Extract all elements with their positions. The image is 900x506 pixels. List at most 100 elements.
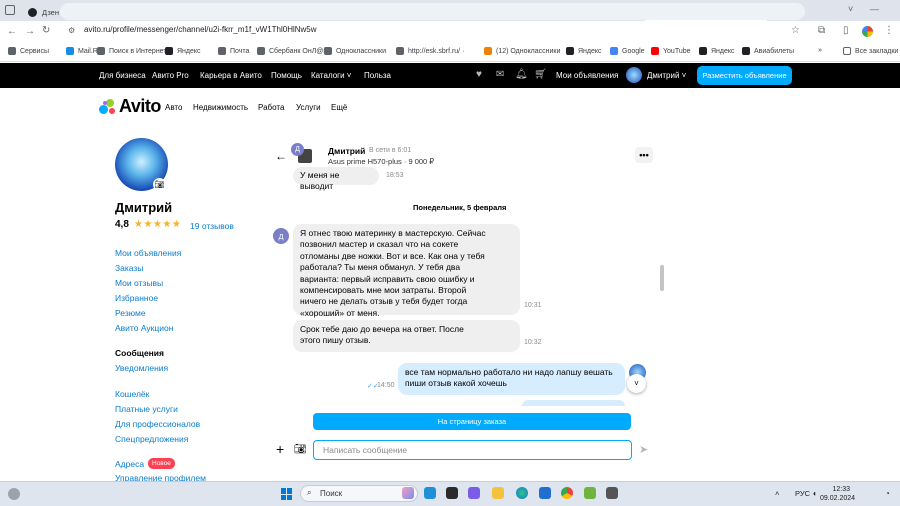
store-icon[interactable]: [539, 487, 551, 499]
menu-special-offers[interactable]: Спецпредложения: [115, 434, 188, 444]
bookmark-item[interactable]: Яндекс: [699, 47, 735, 55]
tab-search-icon[interactable]: ˅: [848, 4, 853, 14]
chat-avatar[interactable]: Д: [291, 143, 304, 156]
camera-attach-icon[interactable]: 📷︎: [294, 444, 307, 455]
weather-icon[interactable]: [8, 488, 20, 500]
app-icon[interactable]: [446, 487, 458, 499]
system-clock[interactable]: 12:33 09.02.2024: [820, 485, 855, 503]
window-menu-icon[interactable]: [5, 5, 15, 15]
chat-contact-name[interactable]: Дмитрий: [328, 146, 365, 156]
notifications-bell-icon[interactable]: 🔔︎: [515, 69, 528, 80]
task-view-icon[interactable]: [424, 487, 436, 499]
avito-logo[interactable]: Avito: [99, 96, 161, 117]
category-jobs[interactable]: Работа: [258, 103, 284, 112]
reviews-link[interactable]: 19 отзывов: [190, 221, 234, 231]
taskbar-search[interactable]: ⌕ Поиск: [300, 485, 418, 502]
scroll-down-button[interactable]: ˅: [627, 374, 646, 393]
more-options-button[interactable]: •••: [635, 147, 653, 163]
tray-expand-icon[interactable]: ˄: [775, 489, 779, 498]
bookmark-item[interactable]: YouTube: [651, 47, 691, 55]
bookmark-star-icon[interactable]: ☆: [791, 25, 800, 36]
menu-auction[interactable]: Авито Аукцион: [115, 323, 173, 333]
menu-messages[interactable]: Сообщения: [115, 348, 164, 358]
bookmark-item[interactable]: http://esk.sbrf.ru/ ·: [396, 47, 464, 55]
bookmark-item[interactable]: Сервисы: [8, 47, 49, 55]
forward-icon[interactable]: →: [25, 26, 35, 37]
bookmark-item[interactable]: Поиск в Интернете: [97, 47, 170, 55]
menu-paid-services[interactable]: Платные услуги: [115, 404, 178, 414]
chat-scrollbar[interactable]: [660, 265, 664, 291]
camera-icon[interactable]: 📷︎: [153, 178, 166, 191]
side-panel-icon[interactable]: ▯: [843, 25, 849, 36]
site-info-icon[interactable]: ⚙: [68, 26, 75, 35]
nav-avito-pro[interactable]: Авито Pro: [152, 71, 189, 80]
edge-icon[interactable]: [516, 487, 528, 499]
language-indicator[interactable]: РУС: [795, 489, 810, 498]
bookmark-item[interactable]: Яндекс: [165, 47, 201, 55]
torrent-icon[interactable]: [584, 487, 596, 499]
chrome-icon[interactable]: [561, 487, 573, 499]
file-explorer-icon[interactable]: [492, 487, 504, 499]
nav-benefit[interactable]: Польза: [364, 71, 391, 80]
bookmark-item[interactable]: Авиабилеты: [742, 47, 794, 55]
nav-business[interactable]: Для бизнеса: [99, 71, 146, 80]
cart-icon[interactable]: 🛒︎: [534, 69, 547, 80]
teams-icon[interactable]: [468, 487, 480, 499]
bookmark-item[interactable]: Одноклассники: [324, 47, 386, 55]
menu-orders[interactable]: Заказы: [115, 263, 143, 273]
app-icon-2[interactable]: [606, 487, 618, 499]
reload-icon[interactable]: ↻: [42, 25, 50, 36]
bookmark-item[interactable]: Яндекс: [566, 47, 602, 55]
extensions-icon[interactable]: ⧉: [818, 25, 825, 36]
message-input[interactable]: [313, 440, 632, 460]
rating-stars-icon: ★★★★★: [134, 219, 182, 230]
order-page-button[interactable]: На страницу заказа: [313, 413, 631, 430]
attach-plus-icon[interactable]: +: [276, 441, 284, 457]
menu-addresses[interactable]: Адреса: [115, 459, 144, 469]
nav-career[interactable]: Карьера в Авито: [200, 71, 262, 80]
user-menu[interactable]: Дмитрий ˅: [647, 71, 686, 80]
back-arrow-icon[interactable]: ←: [275, 149, 287, 163]
my-ads-link[interactable]: Мои объявления: [556, 71, 618, 80]
address-bar[interactable]: [60, 3, 805, 20]
menu-notifications[interactable]: Уведомления: [115, 363, 168, 373]
minimize-icon[interactable]: —: [870, 4, 879, 14]
user-avatar[interactable]: [626, 67, 642, 83]
category-services[interactable]: Услуги: [296, 103, 321, 112]
send-icon[interactable]: ➤: [639, 443, 648, 456]
nav-catalogs[interactable]: Каталоги ˅: [311, 71, 351, 80]
profile-name: Дмитрий: [115, 200, 173, 215]
nav-help[interactable]: Помощь: [271, 71, 302, 80]
category-realty[interactable]: Недвижимость: [193, 103, 248, 112]
category-auto[interactable]: Авто: [165, 103, 182, 112]
back-icon[interactable]: ←: [7, 26, 17, 37]
profile-avatar-icon[interactable]: [862, 26, 873, 37]
category-more[interactable]: Ещё: [331, 103, 347, 112]
sender-avatar: Д: [273, 228, 289, 244]
avito-logo-text: Avito: [119, 96, 161, 116]
menu-icon[interactable]: ⋮: [884, 25, 894, 36]
network-icon[interactable]: ◖: [812, 489, 817, 498]
chat-product[interactable]: Asus prime H570-plus · 9 000 ₽: [328, 157, 434, 166]
menu-favorites[interactable]: Избранное: [115, 293, 158, 303]
menu-for-pros[interactable]: Для профессионалов: [115, 419, 200, 429]
bookmark-item[interactable]: Сбербанк ОнЛ@йн: [257, 47, 331, 55]
avito-logo-dots-icon: [99, 98, 116, 115]
bookmarks-overflow[interactable]: »: [818, 47, 822, 54]
all-bookmarks[interactable]: Все закладки: [843, 47, 898, 55]
url-text[interactable]: avito.ru/profile/messenger/channel/u2i-f…: [84, 25, 317, 34]
bookmark-item[interactable]: (12) Одноклассники: [484, 47, 560, 55]
menu-my-reviews[interactable]: Мои отзывы: [115, 278, 163, 288]
favorites-heart-icon[interactable]: ♥: [476, 69, 482, 80]
notifications-icon[interactable]: ◔: [885, 489, 890, 498]
menu-my-ads[interactable]: Мои объявления: [115, 248, 181, 258]
messages-icon[interactable]: ✉: [496, 69, 504, 80]
copilot-icon[interactable]: [402, 487, 414, 499]
menu-resume[interactable]: Резюме: [115, 308, 146, 318]
bookmark-item[interactable]: Почта: [218, 47, 249, 55]
bookmark-favicon-icon: [257, 47, 265, 55]
place-ad-button[interactable]: Разместить объявление: [697, 66, 792, 85]
menu-wallet[interactable]: Кошелёк: [115, 389, 149, 399]
windows-start-icon[interactable]: [281, 488, 293, 500]
bookmark-item[interactable]: Google: [610, 47, 645, 55]
